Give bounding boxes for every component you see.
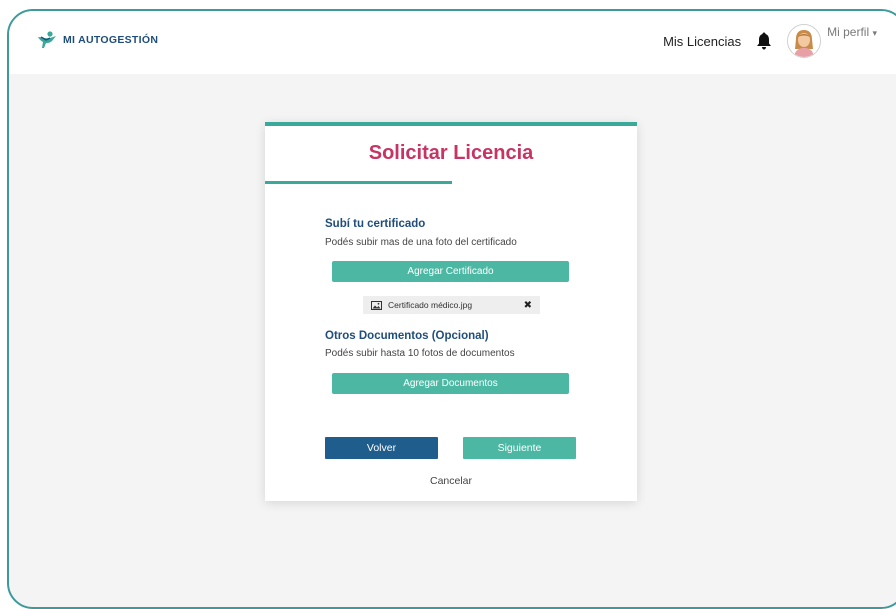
bell-icon[interactable] [755, 31, 773, 51]
documents-section-subtitle: Podés subir hasta 10 fotos de documentos [325, 348, 515, 359]
chevron-down-icon: ▾ [872, 28, 877, 38]
documents-section-title: Otros Documentos (Opcional) [325, 330, 489, 342]
person-logo-icon [38, 31, 56, 48]
title-underline [265, 181, 452, 184]
request-license-card: Solicitar Licencia Subí tu certificado P… [265, 122, 637, 501]
top-navbar: MI AUTOGESTIÓN Mis Licencias Mi perfil ▾ [9, 11, 896, 74]
avatar-icon [788, 25, 821, 57]
card-top-accent [265, 122, 637, 126]
avatar[interactable] [787, 24, 822, 58]
nav-right: Mis Licencias Mi perfil ▾ [663, 23, 877, 59]
profile-label: Mi perfil [827, 25, 870, 39]
brand-name: MI AUTOGESTIÓN [63, 34, 159, 46]
app-window: MI AUTOGESTIÓN Mis Licencias Mi perfil ▾ [7, 9, 896, 609]
certificate-section-title: Subí tu certificado [325, 218, 426, 230]
profile-menu[interactable]: Mi perfil ▾ [827, 25, 877, 39]
add-documents-button[interactable]: Agregar Documentos [332, 373, 569, 394]
page-title: Solicitar Licencia [368, 142, 534, 164]
add-certificate-button[interactable]: Agregar Certificado [332, 261, 569, 282]
cancel-link[interactable]: Cancelar [265, 475, 637, 487]
file-name: Certificado médico.jpg [388, 300, 473, 310]
brand[interactable]: MI AUTOGESTIÓN [37, 31, 158, 49]
certificate-section-subtitle: Podés subir mas de una foto del certific… [325, 237, 517, 248]
back-button[interactable]: Volver [325, 437, 438, 459]
image-file-icon [371, 300, 382, 310]
nav-link-mis-licencias[interactable]: Mis Licencias [663, 34, 741, 49]
uploaded-file-chip: Certificado médico.jpg ✖ [363, 296, 540, 314]
next-button[interactable]: Siguiente [463, 437, 576, 459]
close-icon[interactable]: ✖ [524, 300, 532, 311]
